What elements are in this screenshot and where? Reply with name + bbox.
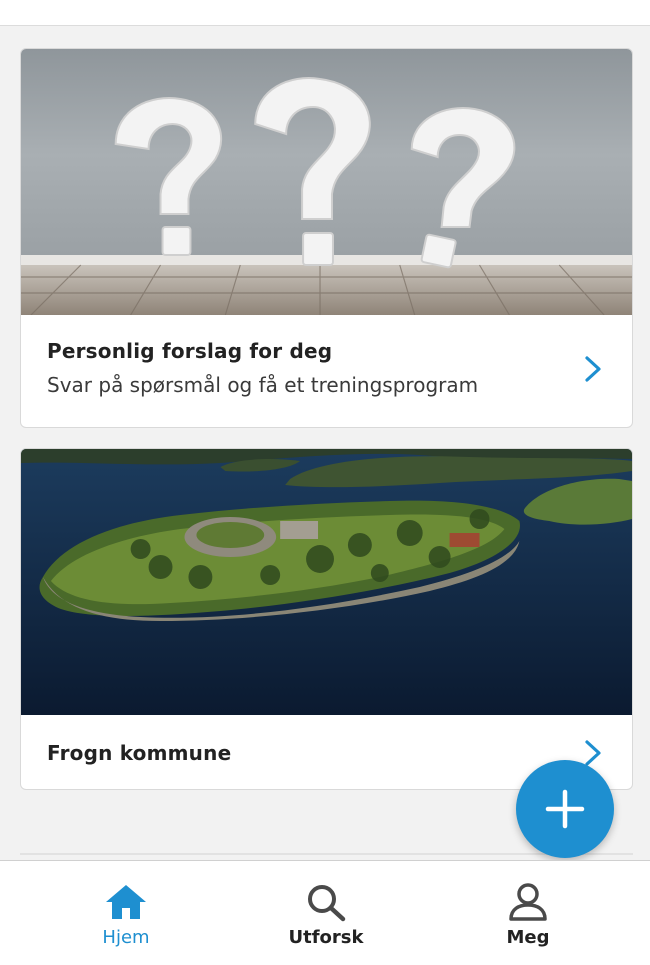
card-frogn-kommune[interactable]: Frogn kommune <box>20 448 633 790</box>
card-body: Personlig forslag for deg Svar på spørsm… <box>21 315 632 397</box>
add-button[interactable] <box>516 760 614 858</box>
home-icon <box>104 881 148 923</box>
nav-label: Utforsk <box>288 927 364 948</box>
feed: Personlig forslag for deg Svar på spørsm… <box>0 26 650 860</box>
nav-item-me[interactable]: Meg <box>463 861 593 965</box>
question-marks-image <box>21 49 632 315</box>
nav-label: Hjem <box>102 927 150 948</box>
card-subtitle: Svar på spørsmål og få et treningsprogra… <box>47 373 479 397</box>
nav-item-home[interactable]: Hjem <box>61 861 191 965</box>
chevron-right-icon[interactable] <box>584 739 602 767</box>
card-title: Frogn kommune <box>47 741 232 765</box>
island-fortress-aerial-image <box>21 449 632 715</box>
card-title: Personlig forslag for deg <box>47 339 333 363</box>
plus-icon <box>545 789 585 829</box>
card-body: Frogn kommune <box>21 715 632 767</box>
bottom-nav: Hjem Utforsk Meg <box>0 860 650 965</box>
nav-item-explore[interactable]: Utforsk <box>261 861 391 965</box>
top-bar <box>0 0 650 26</box>
chevron-right-icon[interactable] <box>584 355 602 383</box>
card-personal-suggestion[interactable]: Personlig forslag for deg Svar på spørsm… <box>20 48 633 428</box>
divider <box>20 853 633 855</box>
search-icon <box>304 881 348 923</box>
user-icon <box>506 881 550 923</box>
nav-label: Meg <box>506 927 550 948</box>
